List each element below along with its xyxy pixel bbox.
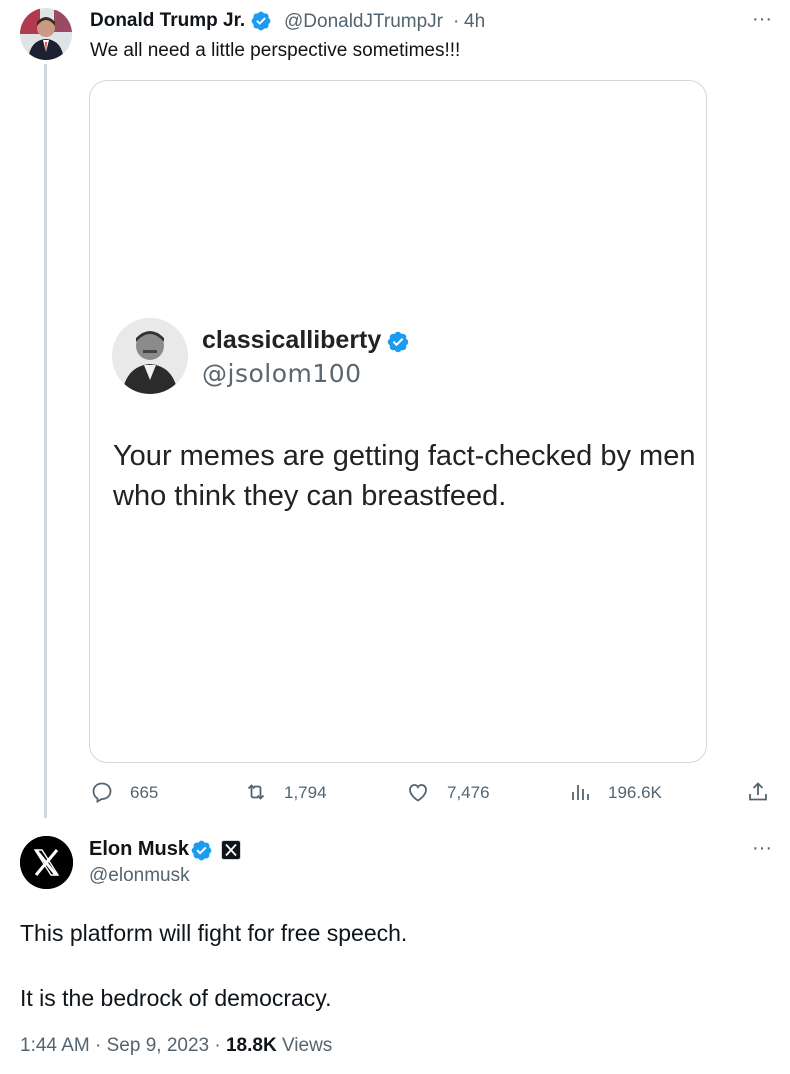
more-options-button[interactable]: ···: [752, 837, 772, 860]
tweet-text-line-1: This platform will fight for free speech…: [20, 920, 408, 946]
quoted-verified-icon: [386, 330, 410, 359]
author-avatar[interactable]: [20, 836, 73, 889]
quoted-name: classicalliberty: [202, 326, 382, 354]
verified-badge-icon: [387, 331, 409, 353]
verified-badge: [190, 839, 213, 867]
author-avatar[interactable]: [20, 8, 72, 60]
author-name[interactable]: Donald Trump Jr.: [90, 10, 272, 32]
verified-badge-icon: [191, 840, 212, 861]
retweet-count[interactable]: 1,794: [284, 783, 327, 803]
verified-badge-icon: [252, 11, 271, 31]
views-icon[interactable]: [569, 780, 593, 804]
quoted-handle: @jsolom100: [202, 359, 362, 388]
separator-dot: ·: [214, 1035, 221, 1056]
author-name[interactable]: Elon Musk: [89, 838, 189, 861]
affiliation-x-icon[interactable]: [221, 840, 241, 860]
x-logo-icon: [20, 836, 73, 889]
tweet-metadata: 1:44 AM · Sep 9, 2023 · 18.8K Views: [20, 1035, 332, 1057]
like-icon[interactable]: [406, 780, 430, 804]
x-logo-icon: [225, 843, 237, 857]
tweet-text: We all need a little perspective sometim…: [90, 40, 461, 61]
separator-dot: ·: [95, 1035, 102, 1056]
quoted-avatar-image: [112, 318, 188, 394]
tweet-date[interactable]: Sep 9, 2023: [107, 1035, 209, 1056]
author-handle[interactable]: @DonaldJTrumpJr: [284, 11, 443, 33]
views-count[interactable]: 196.6K: [608, 783, 662, 803]
tweet-action-bar: 665 1,794 7,476 196.6K: [90, 780, 770, 808]
tweet-text-line-2: It is the bedrock of democracy.: [20, 985, 332, 1011]
author-name-text[interactable]: Donald Trump Jr.: [90, 10, 245, 31]
thread-connector-line: [44, 64, 47, 818]
reply-count[interactable]: 665: [130, 783, 158, 803]
retweet-icon[interactable]: [243, 780, 269, 804]
quoted-text: Your memes are getting fact-checked by m…: [113, 440, 696, 512]
share-icon[interactable]: [746, 780, 770, 804]
author-handle[interactable]: @elonmusk: [89, 865, 190, 887]
tweet-time[interactable]: 1:44 AM: [20, 1035, 90, 1056]
views-count[interactable]: 18.8K: [226, 1035, 277, 1056]
separator-dot: ·: [453, 11, 460, 32]
reply-icon[interactable]: [90, 780, 114, 804]
more-options-button[interactable]: ···: [752, 8, 772, 31]
tweet-media-image[interactable]: [89, 80, 707, 763]
tweet-timestamp[interactable]: 4h: [464, 11, 485, 33]
like-count[interactable]: 7,476: [447, 783, 490, 803]
quoted-avatar-photo: [112, 318, 188, 394]
avatar-photo: [20, 8, 72, 60]
views-label: Views: [281, 1035, 333, 1056]
